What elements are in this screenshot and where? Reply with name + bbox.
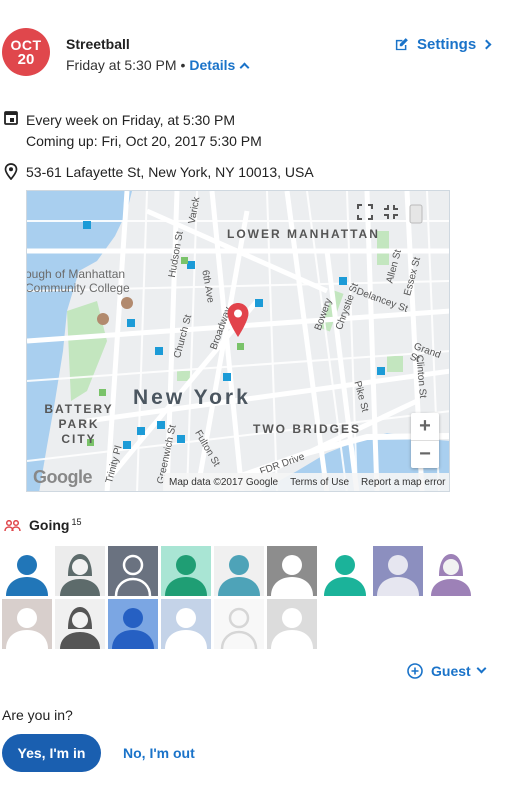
attendee-avatar[interactable] xyxy=(214,599,264,649)
google-logo[interactable]: Google xyxy=(33,467,93,488)
recurrence-text: Every week on Friday, at 5:30 PM xyxy=(26,112,236,128)
settings-button[interactable]: Settings xyxy=(394,36,492,53)
person-icon xyxy=(377,555,419,596)
attendee-grid xyxy=(2,546,478,649)
chevron-down-icon xyxy=(476,663,487,673)
person-icon xyxy=(271,608,313,649)
attendee-avatar[interactable] xyxy=(373,546,423,596)
zoom-in-button[interactable]: + xyxy=(411,413,439,440)
person-icon xyxy=(165,608,207,649)
attendee-avatar[interactable] xyxy=(55,546,105,596)
map-label-lower-manhattan: LOWER MANHATTAN xyxy=(227,227,380,241)
map-marker-icon[interactable] xyxy=(226,302,250,338)
settings-label: Settings xyxy=(417,36,477,53)
person-icon xyxy=(112,608,154,649)
date-badge: OCT 20 xyxy=(2,28,50,76)
zoom-controls: + − xyxy=(411,413,439,468)
upcoming-text: Coming up: Fri, Oct 20, 2017 5:30 PM xyxy=(26,133,262,149)
person-icon xyxy=(220,607,258,649)
person-icon xyxy=(60,607,100,649)
map-fullscreen-controls xyxy=(357,204,423,224)
people-icon xyxy=(4,520,21,532)
person-icon xyxy=(165,555,207,596)
details-label: Details xyxy=(189,57,236,73)
attendee-avatar[interactable] xyxy=(108,546,158,596)
going-header: Going 15 xyxy=(4,517,81,533)
person-icon xyxy=(218,555,260,596)
person-icon xyxy=(114,554,152,596)
going-count: 15 xyxy=(71,517,82,527)
event-subtitle: Friday at 5:30 PM • Details xyxy=(66,57,250,73)
report-map-error-link[interactable]: Report a map error xyxy=(361,477,445,488)
chevron-right-icon xyxy=(481,39,492,50)
map-attribution-bar: Map data ©2017 Google Terms of Use Repor… xyxy=(163,473,449,491)
fullscreen-exit-icon[interactable] xyxy=(383,204,399,220)
attendee-avatar[interactable] xyxy=(108,599,158,649)
date-day: 20 xyxy=(17,51,35,68)
rsvp-no-button[interactable]: No, I'm out xyxy=(115,734,203,772)
calendar-icon xyxy=(4,111,18,125)
attendee-avatar[interactable] xyxy=(214,546,264,596)
add-guest-button[interactable]: Guest xyxy=(407,663,487,679)
guest-label: Guest xyxy=(431,663,471,679)
person-icon xyxy=(324,555,366,596)
street-view-icon[interactable] xyxy=(409,204,423,224)
attendee-avatar[interactable] xyxy=(267,599,317,649)
zoom-out-button[interactable]: − xyxy=(411,441,439,468)
person-icon xyxy=(6,555,48,596)
person-icon xyxy=(6,608,48,649)
plus-circle-icon xyxy=(407,663,423,679)
map-label-battery-park: BATTERY PARK CITY xyxy=(44,402,114,446)
event-when: Friday at 5:30 PM xyxy=(66,57,177,73)
map-college-label: ough of Manhattan Community College xyxy=(26,267,130,295)
person-icon xyxy=(271,555,313,596)
attendee-avatar[interactable] xyxy=(161,599,211,649)
map[interactable]: LOWER MANHATTAN BATTERY PARK CITY TWO BR… xyxy=(26,190,450,492)
going-label: Going xyxy=(29,517,70,533)
edit-icon xyxy=(395,38,408,51)
map-label-two-bridges: TWO BRIDGES xyxy=(253,422,361,436)
terms-of-use-link[interactable]: Terms of Use xyxy=(290,477,349,488)
attendee-avatar[interactable] xyxy=(55,599,105,649)
attendee-avatar[interactable] xyxy=(161,546,211,596)
attendee-avatar[interactable] xyxy=(320,546,370,596)
event-title: Streetball xyxy=(66,36,130,52)
date-month: OCT xyxy=(10,37,42,53)
attendee-avatar[interactable] xyxy=(426,546,476,596)
attendee-avatar[interactable] xyxy=(2,599,52,649)
attendee-avatar[interactable] xyxy=(2,546,52,596)
person-icon xyxy=(60,554,100,596)
schedule-text: Every week on Friday, at 5:30 PM Coming … xyxy=(26,110,262,152)
location-address: 53-61 Lafayette St, New York, NY 10013, … xyxy=(26,164,314,180)
person-icon xyxy=(431,554,471,596)
rsvp-question: Are you in? xyxy=(2,707,73,723)
details-link[interactable]: Details xyxy=(189,57,250,73)
fullscreen-enter-icon[interactable] xyxy=(357,204,373,220)
chevron-up-icon xyxy=(239,62,250,73)
attendee-avatar[interactable] xyxy=(267,546,317,596)
map-data-attribution: Map data ©2017 Google xyxy=(169,476,279,488)
map-city-label: New York xyxy=(133,386,251,409)
separator-dot: • xyxy=(180,57,186,73)
location-pin-icon xyxy=(4,163,18,180)
rsvp-yes-button[interactable]: Yes, I'm in xyxy=(2,734,101,772)
